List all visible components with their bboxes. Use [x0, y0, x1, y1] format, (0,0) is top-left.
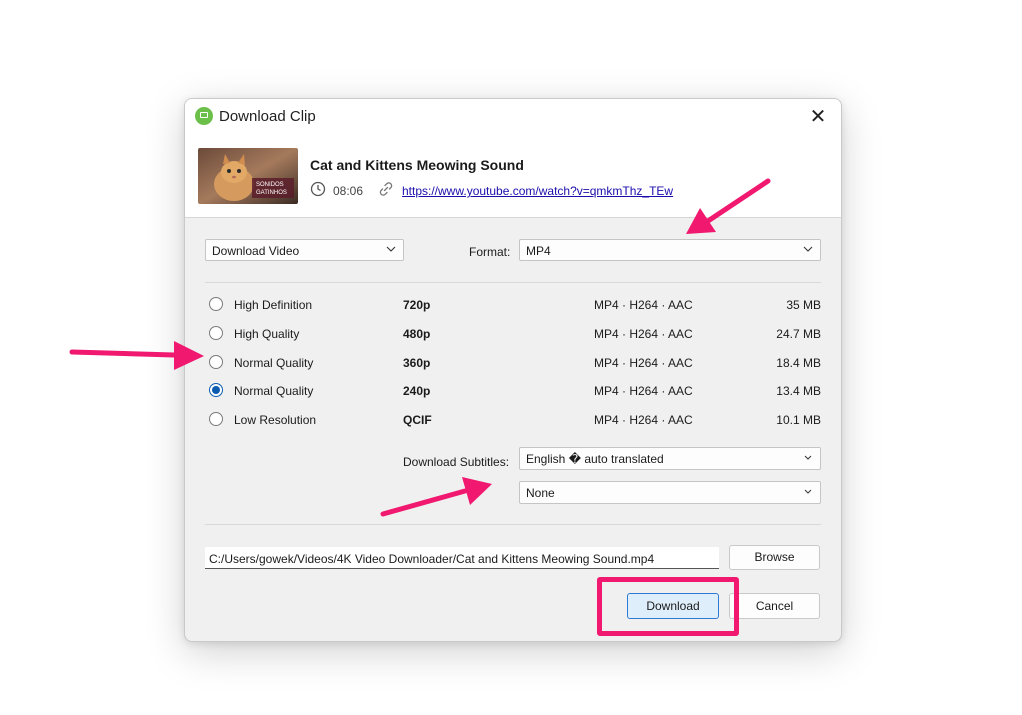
annotation-arrows	[69, 178, 771, 517]
annotation-arrow-subtitles	[380, 477, 492, 517]
annotation-arrow-format	[686, 178, 771, 234]
annotation-arrow-quality	[69, 341, 204, 370]
